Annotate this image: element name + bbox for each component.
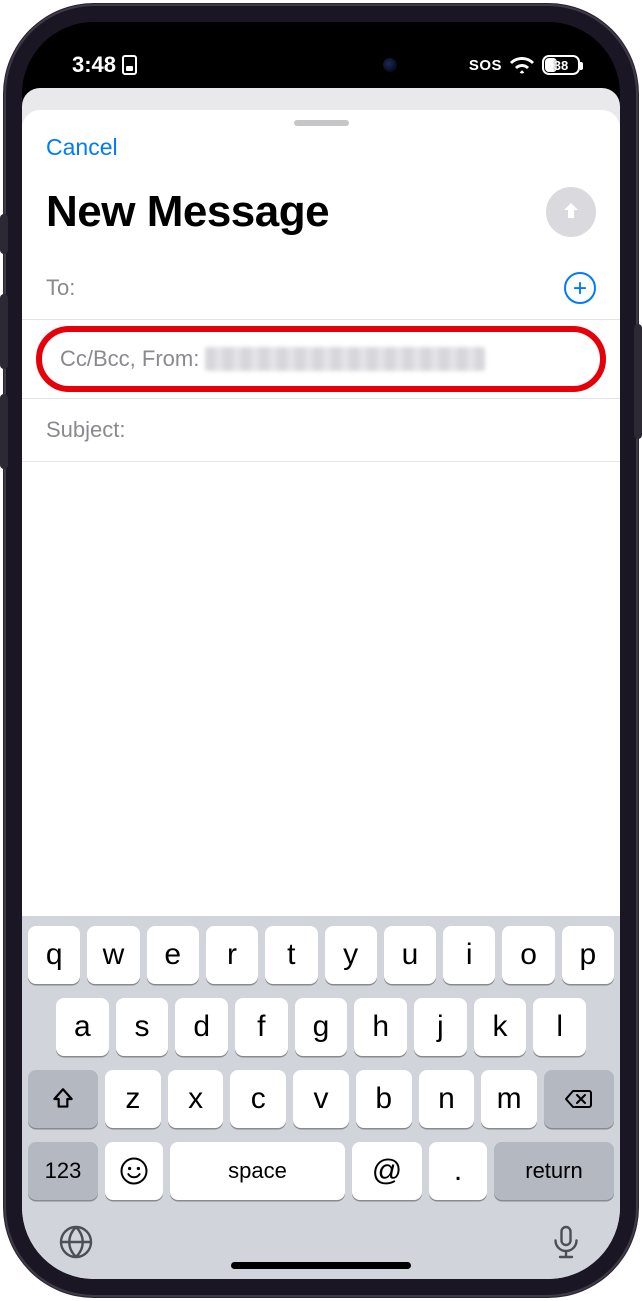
shift-key[interactable]	[28, 1070, 98, 1128]
dual-sim-icon	[122, 55, 137, 75]
iphone-frame: 3:48 SOS 38 Cancel New Message	[4, 4, 638, 1297]
key-r[interactable]: r	[206, 926, 258, 984]
subject-label: Subject:	[46, 417, 126, 443]
key-y[interactable]: y	[325, 926, 377, 984]
key-v[interactable]: v	[293, 1070, 349, 1128]
key-i[interactable]: i	[443, 926, 495, 984]
front-camera	[383, 58, 397, 72]
volume-down-button	[0, 394, 8, 469]
key-q[interactable]: q	[28, 926, 80, 984]
key-b[interactable]: b	[356, 1070, 412, 1128]
key-h[interactable]: h	[354, 998, 407, 1056]
numbers-key[interactable]: 123	[28, 1142, 98, 1200]
message-body[interactable]	[22, 462, 620, 916]
key-a[interactable]: a	[56, 998, 109, 1056]
compose-sheet: Cancel New Message To: Cc/Bcc, From:	[22, 110, 620, 1279]
key-f[interactable]: f	[235, 998, 288, 1056]
space-key[interactable]: space	[170, 1142, 345, 1200]
compose-title: New Message	[46, 187, 329, 237]
backspace-key[interactable]	[544, 1070, 614, 1128]
dynamic-island	[231, 44, 411, 86]
add-contact-button[interactable]	[564, 272, 596, 304]
key-p[interactable]: p	[562, 926, 614, 984]
emoji-key[interactable]	[105, 1142, 163, 1200]
globe-key[interactable]	[58, 1224, 94, 1265]
key-u[interactable]: u	[384, 926, 436, 984]
to-field[interactable]: To:	[22, 257, 620, 320]
screen: 3:48 SOS 38 Cancel New Message	[22, 22, 620, 1279]
key-c[interactable]: c	[230, 1070, 286, 1128]
key-t[interactable]: t	[265, 926, 317, 984]
from-email-redacted	[205, 347, 485, 371]
period-key[interactable]: .	[429, 1142, 487, 1200]
key-n[interactable]: n	[419, 1070, 475, 1128]
keyboard: qwertyuiop asdfghjkl zxcvbnm 123	[22, 916, 620, 1279]
ccbcc-highlight: Cc/Bcc, From:	[36, 326, 606, 392]
volume-up-button	[0, 294, 8, 369]
key-k[interactable]: k	[474, 998, 527, 1056]
key-s[interactable]: s	[116, 998, 169, 1056]
send-button[interactable]	[546, 187, 596, 237]
key-x[interactable]: x	[168, 1070, 224, 1128]
subject-field[interactable]: Subject:	[22, 398, 620, 462]
side-button	[0, 214, 8, 254]
key-e[interactable]: e	[147, 926, 199, 984]
power-button	[634, 324, 642, 439]
return-key[interactable]: return	[494, 1142, 614, 1200]
dictation-key[interactable]	[548, 1224, 584, 1265]
to-label: To:	[46, 275, 75, 301]
key-g[interactable]: g	[295, 998, 348, 1056]
status-time: 3:48	[72, 52, 116, 78]
at-key[interactable]: @	[352, 1142, 422, 1200]
key-z[interactable]: z	[105, 1070, 161, 1128]
key-j[interactable]: j	[414, 998, 467, 1056]
cancel-button[interactable]: Cancel	[46, 134, 118, 160]
key-o[interactable]: o	[502, 926, 554, 984]
home-indicator[interactable]	[231, 1262, 411, 1269]
key-l[interactable]: l	[533, 998, 586, 1056]
battery-icon: 38	[542, 55, 580, 75]
ccbcc-from-field[interactable]: Cc/Bcc, From:	[42, 332, 600, 386]
sos-indicator: SOS	[469, 57, 502, 74]
key-d[interactable]: d	[175, 998, 228, 1056]
key-m[interactable]: m	[481, 1070, 537, 1128]
key-w[interactable]: w	[87, 926, 139, 984]
ccbcc-label: Cc/Bcc, From:	[60, 346, 199, 372]
wifi-icon	[510, 56, 534, 74]
